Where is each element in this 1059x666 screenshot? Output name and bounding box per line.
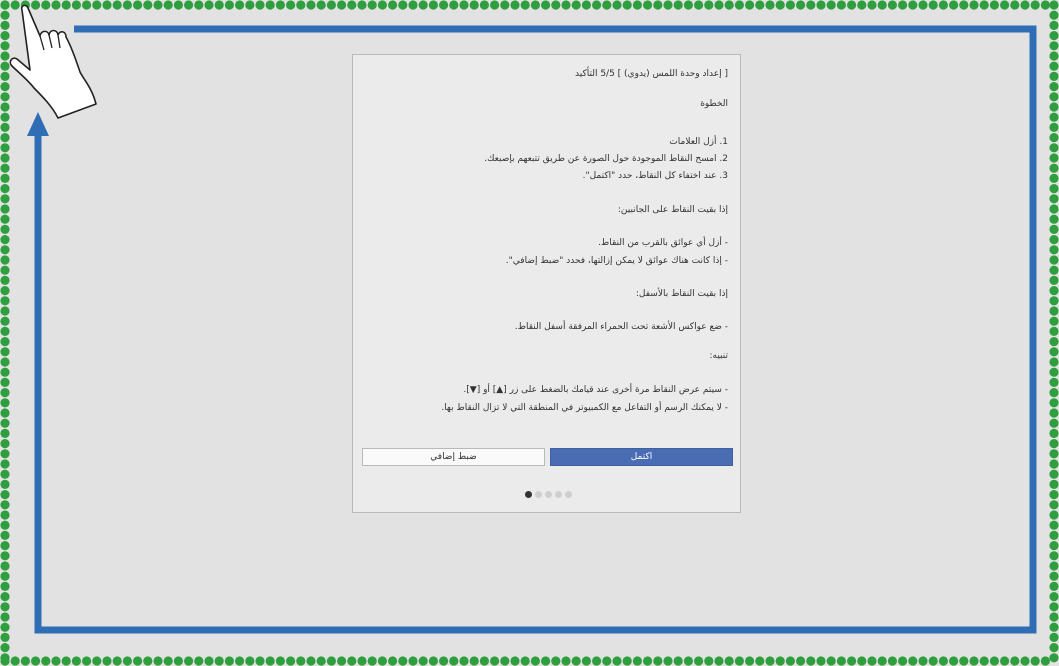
page-dot (525, 491, 532, 498)
step-item: 2. امسح النقاط الموجودة حول الصورة عن طر… (484, 154, 728, 164)
sides-item: - أزل أي عوائق بالقرب من النقاط. (598, 238, 728, 248)
step-item: 1. أزل العلامات (669, 137, 728, 147)
page-dot (535, 491, 542, 498)
sides-item: - إذا كانت هناك عوائق لا يمكن إزالتها، ف… (505, 256, 728, 266)
notice-item: - سيتم عرض النقاط مرة أخرى عند قيامك بال… (463, 385, 728, 395)
notice-heading: تنبيه: (709, 351, 728, 361)
dialog-title: [ إعداد وحدة اللمس (يدوي) ] 5/5 التأكيد (575, 69, 728, 79)
step-heading: الخطوة (700, 99, 728, 109)
notice-item: - لا يمكنك الرسم أو التفاعل مع الكمبيوتر… (441, 403, 728, 413)
extra-adjust-button[interactable]: ضبط إضافي (362, 448, 545, 466)
page-dot (545, 491, 552, 498)
sides-heading: إذا بقيت النقاط على الجانبين: (617, 205, 728, 215)
projection-screen: [ إعداد وحدة اللمس (يدوي) ] 5/5 التأكيد … (0, 0, 1059, 666)
bottom-item: - ضع عواكس الأشعة تحت الحمراء المرفقة أس… (514, 322, 728, 332)
bottom-heading: إذا بقيت النقاط بالأسفل: (635, 289, 728, 299)
complete-button[interactable]: اكتمل (550, 448, 733, 466)
page-dot (565, 491, 572, 498)
step-item: 3. عند اختفاء كل النقاط، حدد "اكتمل". (582, 171, 728, 181)
pointing-hand-icon (9, 4, 97, 119)
page-dot (555, 491, 562, 498)
page-indicator (525, 491, 572, 499)
touch-setup-dialog: [ إعداد وحدة اللمس (يدوي) ] 5/5 التأكيد … (352, 54, 741, 513)
